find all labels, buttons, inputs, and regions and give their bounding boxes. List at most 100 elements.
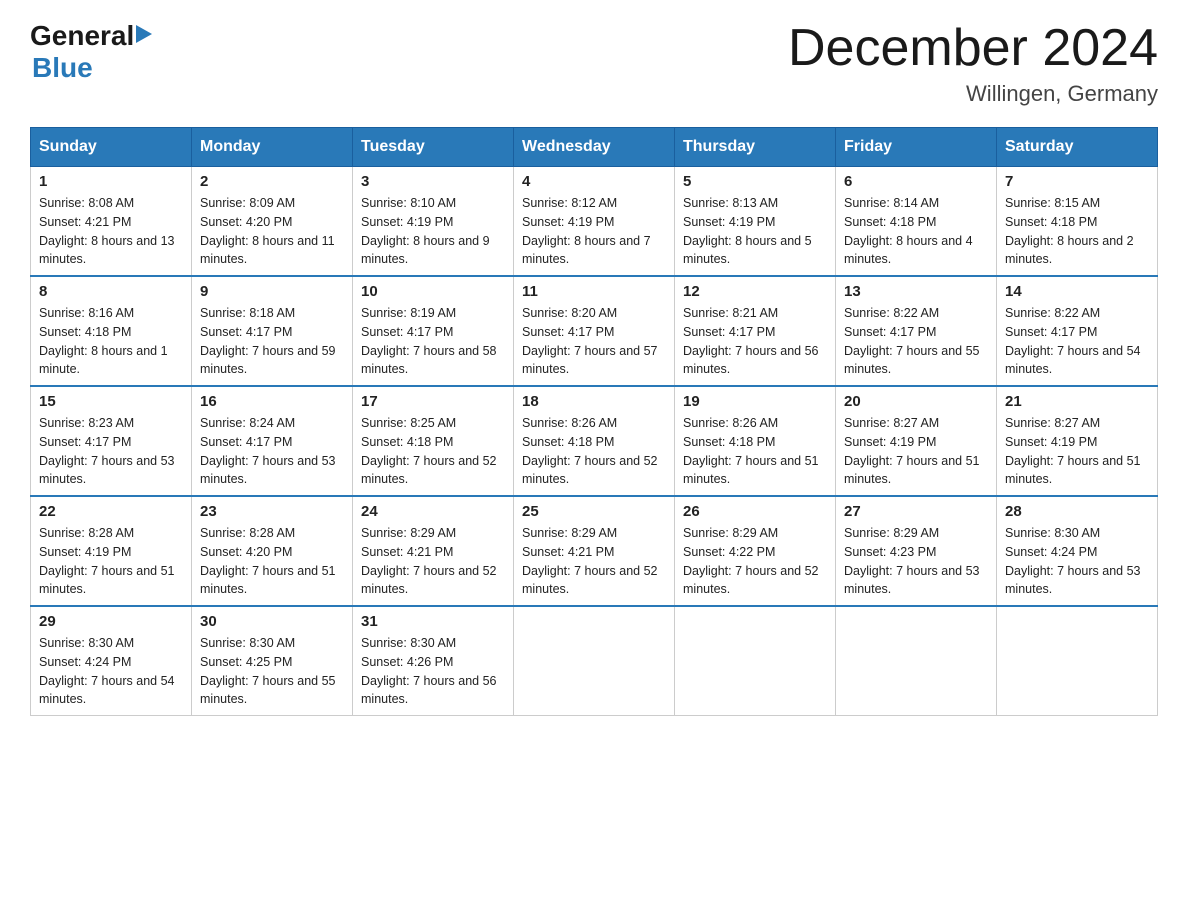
calendar-cell: 19 Sunrise: 8:26 AM Sunset: 4:18 PM Dayl…: [675, 386, 836, 496]
day-info: Sunrise: 8:08 AM Sunset: 4:21 PM Dayligh…: [39, 194, 183, 269]
calendar-week-row-2: 8 Sunrise: 8:16 AM Sunset: 4:18 PM Dayli…: [31, 276, 1158, 386]
day-number: 1: [39, 173, 183, 190]
calendar-week-row-5: 29 Sunrise: 8:30 AM Sunset: 4:24 PM Dayl…: [31, 606, 1158, 716]
calendar-week-row-3: 15 Sunrise: 8:23 AM Sunset: 4:17 PM Dayl…: [31, 386, 1158, 496]
day-number: 28: [1005, 503, 1149, 520]
day-info: Sunrise: 8:20 AM Sunset: 4:17 PM Dayligh…: [522, 304, 666, 379]
day-info: Sunrise: 8:28 AM Sunset: 4:20 PM Dayligh…: [200, 524, 344, 599]
calendar-cell: 24 Sunrise: 8:29 AM Sunset: 4:21 PM Dayl…: [353, 496, 514, 606]
day-number: 13: [844, 283, 988, 300]
calendar-cell: [514, 606, 675, 716]
calendar-cell: 9 Sunrise: 8:18 AM Sunset: 4:17 PM Dayli…: [192, 276, 353, 386]
day-info: Sunrise: 8:30 AM Sunset: 4:24 PM Dayligh…: [1005, 524, 1149, 599]
day-info: Sunrise: 8:30 AM Sunset: 4:25 PM Dayligh…: [200, 634, 344, 709]
day-info: Sunrise: 8:13 AM Sunset: 4:19 PM Dayligh…: [683, 194, 827, 269]
day-number: 27: [844, 503, 988, 520]
day-number: 24: [361, 503, 505, 520]
header-monday: Monday: [192, 128, 353, 167]
header-sunday: Sunday: [31, 128, 192, 167]
logo: General Blue: [30, 20, 152, 84]
day-info: Sunrise: 8:14 AM Sunset: 4:18 PM Dayligh…: [844, 194, 988, 269]
header-saturday: Saturday: [997, 128, 1158, 167]
location-text: Willingen, Germany: [788, 81, 1158, 107]
day-info: Sunrise: 8:21 AM Sunset: 4:17 PM Dayligh…: [683, 304, 827, 379]
header-friday: Friday: [836, 128, 997, 167]
day-number: 9: [200, 283, 344, 300]
day-info: Sunrise: 8:30 AM Sunset: 4:26 PM Dayligh…: [361, 634, 505, 709]
day-info: Sunrise: 8:16 AM Sunset: 4:18 PM Dayligh…: [39, 304, 183, 379]
calendar-cell: 5 Sunrise: 8:13 AM Sunset: 4:19 PM Dayli…: [675, 167, 836, 277]
calendar-cell: [997, 606, 1158, 716]
calendar-cell: 25 Sunrise: 8:29 AM Sunset: 4:21 PM Dayl…: [514, 496, 675, 606]
day-info: Sunrise: 8:27 AM Sunset: 4:19 PM Dayligh…: [1005, 414, 1149, 489]
header-tuesday: Tuesday: [353, 128, 514, 167]
calendar-cell: 10 Sunrise: 8:19 AM Sunset: 4:17 PM Dayl…: [353, 276, 514, 386]
calendar-cell: 8 Sunrise: 8:16 AM Sunset: 4:18 PM Dayli…: [31, 276, 192, 386]
day-info: Sunrise: 8:27 AM Sunset: 4:19 PM Dayligh…: [844, 414, 988, 489]
page-header: General Blue December 2024 Willingen, Ge…: [30, 20, 1158, 107]
calendar-cell: 4 Sunrise: 8:12 AM Sunset: 4:19 PM Dayli…: [514, 167, 675, 277]
day-number: 15: [39, 393, 183, 410]
calendar-cell: 6 Sunrise: 8:14 AM Sunset: 4:18 PM Dayli…: [836, 167, 997, 277]
calendar-cell: 16 Sunrise: 8:24 AM Sunset: 4:17 PM Dayl…: [192, 386, 353, 496]
day-number: 22: [39, 503, 183, 520]
day-number: 12: [683, 283, 827, 300]
calendar-cell: 13 Sunrise: 8:22 AM Sunset: 4:17 PM Dayl…: [836, 276, 997, 386]
calendar-cell: 2 Sunrise: 8:09 AM Sunset: 4:20 PM Dayli…: [192, 167, 353, 277]
calendar-cell: 21 Sunrise: 8:27 AM Sunset: 4:19 PM Dayl…: [997, 386, 1158, 496]
day-info: Sunrise: 8:29 AM Sunset: 4:21 PM Dayligh…: [522, 524, 666, 599]
calendar-cell: 15 Sunrise: 8:23 AM Sunset: 4:17 PM Dayl…: [31, 386, 192, 496]
day-number: 5: [683, 173, 827, 190]
day-info: Sunrise: 8:26 AM Sunset: 4:18 PM Dayligh…: [683, 414, 827, 489]
day-info: Sunrise: 8:23 AM Sunset: 4:17 PM Dayligh…: [39, 414, 183, 489]
calendar-cell: 7 Sunrise: 8:15 AM Sunset: 4:18 PM Dayli…: [997, 167, 1158, 277]
calendar-cell: 23 Sunrise: 8:28 AM Sunset: 4:20 PM Dayl…: [192, 496, 353, 606]
day-info: Sunrise: 8:25 AM Sunset: 4:18 PM Dayligh…: [361, 414, 505, 489]
day-number: 21: [1005, 393, 1149, 410]
calendar-cell: 12 Sunrise: 8:21 AM Sunset: 4:17 PM Dayl…: [675, 276, 836, 386]
calendar-cell: 26 Sunrise: 8:29 AM Sunset: 4:22 PM Dayl…: [675, 496, 836, 606]
day-number: 2: [200, 173, 344, 190]
day-info: Sunrise: 8:10 AM Sunset: 4:19 PM Dayligh…: [361, 194, 505, 269]
calendar-cell: 1 Sunrise: 8:08 AM Sunset: 4:21 PM Dayli…: [31, 167, 192, 277]
day-number: 20: [844, 393, 988, 410]
day-number: 25: [522, 503, 666, 520]
days-header-row: Sunday Monday Tuesday Wednesday Thursday…: [31, 128, 1158, 167]
calendar-cell: 11 Sunrise: 8:20 AM Sunset: 4:17 PM Dayl…: [514, 276, 675, 386]
logo-general-text: General: [30, 20, 134, 52]
day-info: Sunrise: 8:09 AM Sunset: 4:20 PM Dayligh…: [200, 194, 344, 269]
calendar-cell: 30 Sunrise: 8:30 AM Sunset: 4:25 PM Dayl…: [192, 606, 353, 716]
day-number: 3: [361, 173, 505, 190]
day-info: Sunrise: 8:24 AM Sunset: 4:17 PM Dayligh…: [200, 414, 344, 489]
calendar-cell: 18 Sunrise: 8:26 AM Sunset: 4:18 PM Dayl…: [514, 386, 675, 496]
day-number: 8: [39, 283, 183, 300]
calendar-cell: 3 Sunrise: 8:10 AM Sunset: 4:19 PM Dayli…: [353, 167, 514, 277]
day-info: Sunrise: 8:29 AM Sunset: 4:23 PM Dayligh…: [844, 524, 988, 599]
day-number: 16: [200, 393, 344, 410]
calendar-cell: 31 Sunrise: 8:30 AM Sunset: 4:26 PM Dayl…: [353, 606, 514, 716]
calendar-cell: 17 Sunrise: 8:25 AM Sunset: 4:18 PM Dayl…: [353, 386, 514, 496]
day-info: Sunrise: 8:29 AM Sunset: 4:22 PM Dayligh…: [683, 524, 827, 599]
calendar-week-row-1: 1 Sunrise: 8:08 AM Sunset: 4:21 PM Dayli…: [31, 167, 1158, 277]
calendar-cell: 20 Sunrise: 8:27 AM Sunset: 4:19 PM Dayl…: [836, 386, 997, 496]
calendar-cell: [675, 606, 836, 716]
day-number: 6: [844, 173, 988, 190]
day-number: 30: [200, 613, 344, 630]
day-number: 23: [200, 503, 344, 520]
day-info: Sunrise: 8:29 AM Sunset: 4:21 PM Dayligh…: [361, 524, 505, 599]
calendar-cell: 28 Sunrise: 8:30 AM Sunset: 4:24 PM Dayl…: [997, 496, 1158, 606]
day-number: 10: [361, 283, 505, 300]
calendar-week-row-4: 22 Sunrise: 8:28 AM Sunset: 4:19 PM Dayl…: [31, 496, 1158, 606]
day-number: 18: [522, 393, 666, 410]
day-info: Sunrise: 8:22 AM Sunset: 4:17 PM Dayligh…: [1005, 304, 1149, 379]
day-number: 29: [39, 613, 183, 630]
day-info: Sunrise: 8:30 AM Sunset: 4:24 PM Dayligh…: [39, 634, 183, 709]
day-number: 31: [361, 613, 505, 630]
day-number: 26: [683, 503, 827, 520]
calendar-cell: [836, 606, 997, 716]
month-year-title: December 2024: [788, 20, 1158, 77]
header-thursday: Thursday: [675, 128, 836, 167]
day-info: Sunrise: 8:28 AM Sunset: 4:19 PM Dayligh…: [39, 524, 183, 599]
day-number: 7: [1005, 173, 1149, 190]
day-number: 11: [522, 283, 666, 300]
